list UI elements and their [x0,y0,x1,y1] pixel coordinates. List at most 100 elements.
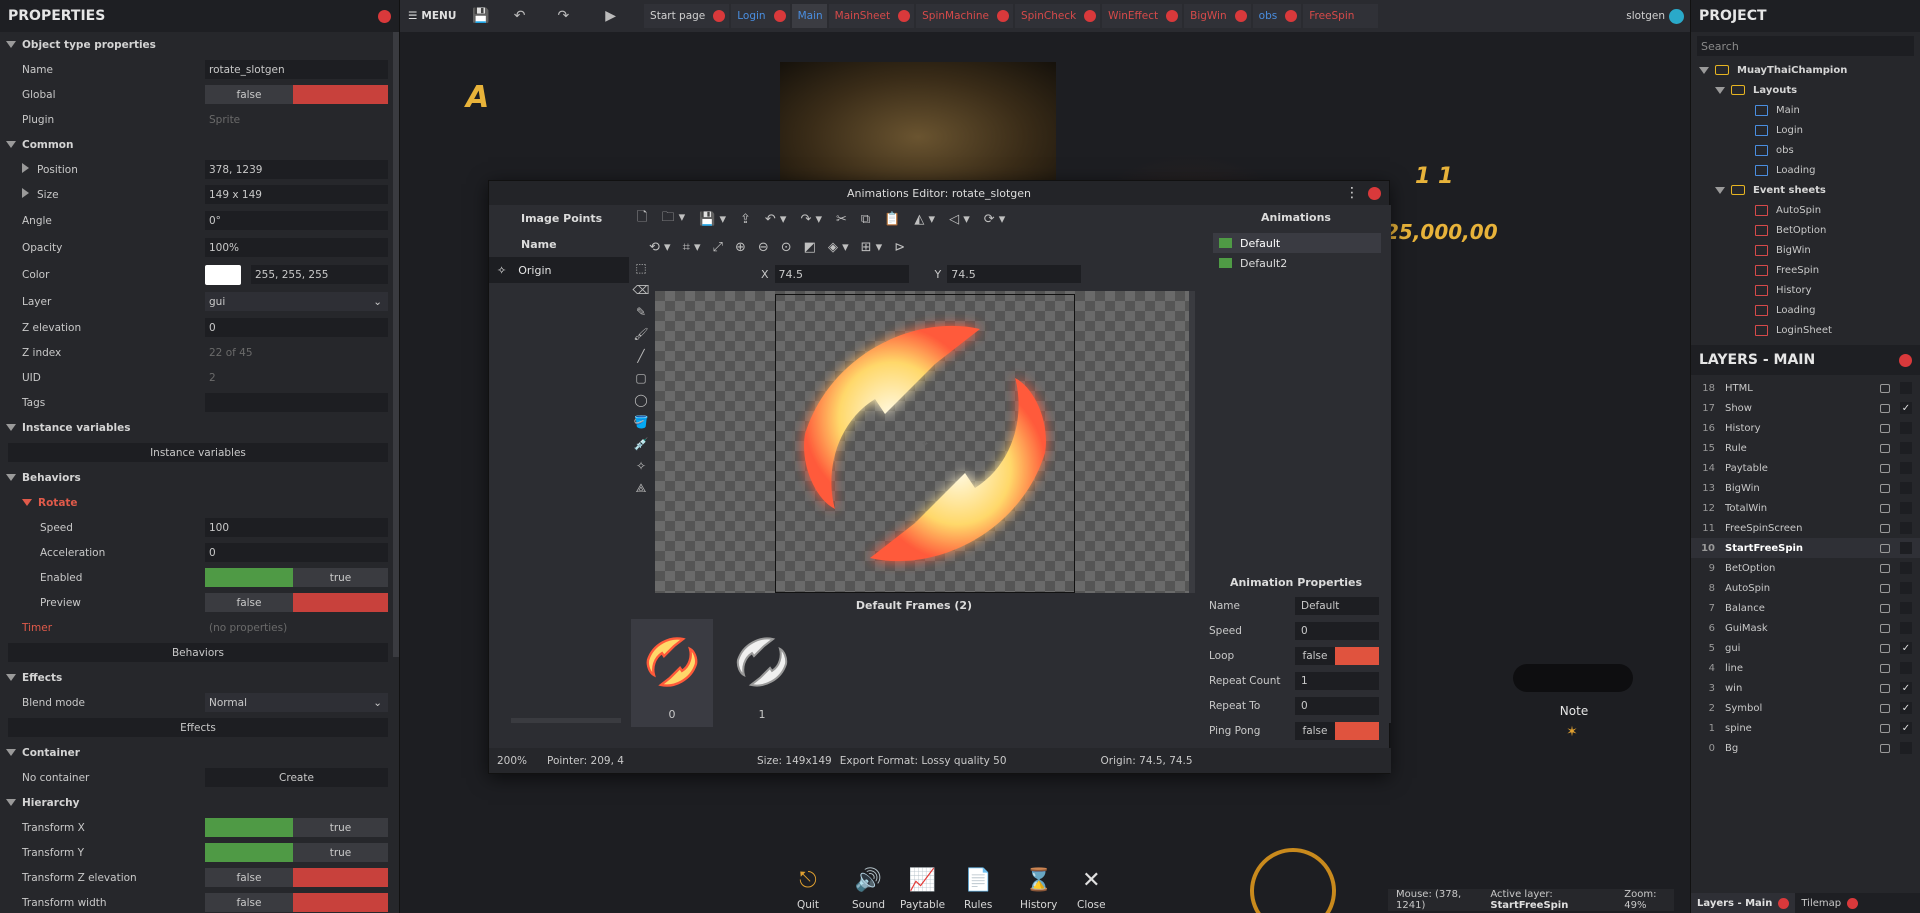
global-toggle[interactable]: false [205,85,388,104]
brush-icon[interactable]: 🖌 [633,327,648,341]
frame-thumbnail[interactable]: 0 [631,619,713,727]
anim-loop-toggle[interactable]: false [1295,646,1379,665]
layer-visibility-checkbox[interactable] [1900,422,1912,434]
name-field[interactable]: rotate_slotgen [205,60,388,79]
size-label[interactable]: Size [0,188,205,201]
lock-icon[interactable] [1880,423,1890,433]
blend-mode-select[interactable]: Normal ⌄ [205,693,388,712]
tab-main[interactable]: Main [791,4,827,28]
dialog-titlebar[interactable]: Animations Editor: rotate_slotgen ⋮ [489,181,1389,205]
lock-icon[interactable] [1880,563,1890,573]
save-icon[interactable]: 💾 [472,8,489,24]
fill-icon[interactable]: 🪣 [634,415,649,429]
preview-toggle[interactable]: false [205,593,388,612]
transform-y-toggle[interactable]: true [205,843,388,862]
layer-row[interactable]: 4 line [1691,658,1920,678]
layer-row[interactable]: 11 FreeSpinScreen [1691,518,1920,538]
close-tab-icon[interactable] [1084,10,1097,22]
layer-row[interactable]: 2 Symbol ✓ [1691,698,1920,718]
eyedropper-icon[interactable]: 💉 [634,437,649,451]
lock-icon[interactable] [1880,583,1890,593]
lock-icon[interactable] [1880,743,1890,753]
lock-icon[interactable] [1880,483,1890,493]
tab-bigwin[interactable]: BigWin [1184,4,1251,28]
eraser-icon[interactable]: ⌫ [633,283,650,297]
close-dialog-button[interactable] [1368,186,1381,200]
layer-visibility-checkbox[interactable]: ✓ [1900,642,1912,654]
tab-login[interactable]: Login [731,4,790,28]
layer-visibility-checkbox[interactable] [1900,462,1912,474]
tags-field[interactable] [205,393,388,412]
layer-visibility-checkbox[interactable]: ✓ [1900,702,1912,714]
layer-row[interactable]: 0 Bg [1691,738,1920,758]
zoom-fit-icon[interactable]: ⊙ [781,240,792,255]
rules-button[interactable]: 📄 Rules [964,868,992,911]
zoom-in-icon[interactable]: ⊕ [735,240,746,255]
layer-select[interactable]: gui ⌄ [205,292,388,311]
tree-layout-item[interactable]: Main [1691,100,1920,120]
section-instance-variables[interactable]: Instance variables [0,415,392,440]
lock-icon[interactable] [1880,443,1890,453]
undo-icon[interactable]: ↶ [514,8,526,24]
circle-icon[interactable]: ◯ [634,393,647,407]
section-hierarchy[interactable]: Hierarchy [0,790,392,815]
layer-row[interactable]: 9 BetOption [1691,558,1920,578]
tab-layers-main[interactable]: Layers - Main [1691,893,1796,913]
canvas-scrollbar[interactable] [1189,291,1195,593]
layer-row[interactable]: 10 StartFreeSpin [1691,538,1920,558]
lock-icon[interactable] [1880,463,1890,473]
layer-visibility-checkbox[interactable] [1900,602,1912,614]
anim-name-field[interactable]: Default [1295,596,1379,615]
tab-tilemap[interactable]: Tilemap [1795,897,1864,909]
anim-repeat-count-field[interactable]: 1 [1295,671,1379,690]
tree-eventsheet-item[interactable]: BetOption [1691,220,1920,240]
tab-mainsheet[interactable]: MainSheet [828,4,915,28]
lock-icon[interactable] [1880,503,1890,513]
tree-eventsheet-item[interactable]: BigWin [1691,240,1920,260]
layer-visibility-checkbox[interactable] [1900,502,1912,514]
lock-icon[interactable] [1880,703,1890,713]
rectangle-icon[interactable]: ▢ [635,371,646,385]
layer-row[interactable]: 5 gui ✓ [1691,638,1920,658]
layer-row[interactable]: 15 Rule [1691,438,1920,458]
layer-visibility-checkbox[interactable] [1900,622,1912,634]
lock-icon[interactable] [1880,663,1890,673]
transform-width-toggle[interactable]: false [205,893,388,912]
close-tab-icon[interactable] [1166,10,1179,22]
tab-obs[interactable]: obs [1252,4,1302,28]
close-tab-icon[interactable] [713,10,726,22]
tree-layout-item[interactable]: Loading [1691,160,1920,180]
layer-visibility-checkbox[interactable] [1900,662,1912,674]
lock-icon[interactable] [1880,543,1890,553]
tree-layout-item[interactable]: obs [1691,140,1920,160]
layer-visibility-checkbox[interactable]: ✓ [1900,682,1912,694]
size-field[interactable]: 149 x 149 [205,185,388,204]
transform-x-toggle[interactable]: true [205,818,388,837]
layer-row[interactable]: 8 AutoSpin [1691,578,1920,598]
rotate-icon[interactable]: ⟳ ▾ [984,212,1006,227]
transform-z-toggle[interactable]: false [205,868,388,887]
quit-button[interactable]: ⎋ Quit [797,868,819,911]
layer-visibility-checkbox[interactable] [1900,582,1912,594]
section-object-type[interactable]: Object type properties [0,32,392,57]
undo-icon[interactable]: ↶ ▾ [765,212,787,227]
close-tab-icon[interactable] [1234,10,1247,22]
lock-icon[interactable] [1880,643,1890,653]
behaviors-button[interactable]: Behaviors [8,643,388,662]
export-icon[interactable]: ⇪ [740,212,751,227]
close-tab-icon[interactable] [898,10,911,22]
copy-icon[interactable]: ⧉ [861,212,870,227]
tree-layout-item[interactable]: Login [1691,120,1920,140]
lock-icon[interactable] [1880,383,1890,393]
image-point-origin[interactable]: ✧ Origin [489,257,629,283]
section-behaviors[interactable]: Behaviors [0,465,392,490]
new-file-icon[interactable]: 🗋 [637,208,647,230]
tree-eventsheet-item[interactable]: LoginSheet [1691,320,1920,340]
menu-button[interactable]: ☰ MENU [400,10,464,22]
history-button[interactable]: ⌛ History [1020,868,1057,911]
color-swatch[interactable] [205,264,241,285]
close-layers-button[interactable] [1899,353,1912,367]
lock-icon[interactable] [1880,623,1890,633]
adjust-icon[interactable]: ◩ [804,240,816,255]
tree-root[interactable]: MuayThaiChampion [1691,60,1920,80]
